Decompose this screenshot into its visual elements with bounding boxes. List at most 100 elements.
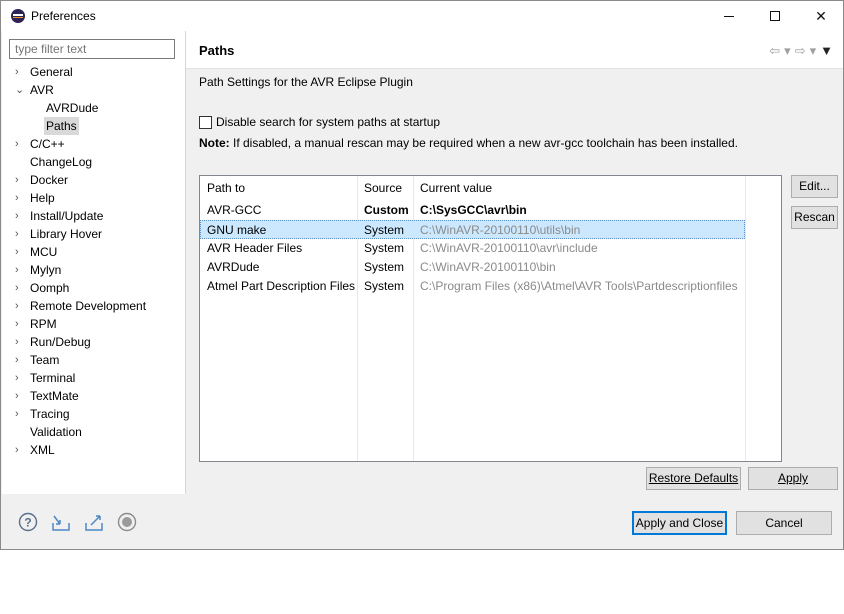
tree-item-label: Oomph: [30, 281, 70, 295]
chevron-right-icon[interactable]: ›: [15, 261, 25, 279]
chevron-right-icon[interactable]: ›: [15, 441, 25, 459]
tree-item-label: Team: [30, 353, 60, 367]
table-cell-source: System: [364, 241, 405, 255]
import-icon[interactable]: [51, 512, 71, 532]
tree-item[interactable]: › Run/Debug: [2, 333, 185, 351]
chevron-right-icon[interactable]: ›: [15, 207, 25, 225]
table-row[interactable]: AVRDude System C:\WinAVR-20100110\bin: [200, 258, 745, 277]
page-header: Paths ⇦ ▾ ⇨ ▾ ▼: [186, 31, 843, 69]
tree-item[interactable]: › Help: [2, 189, 185, 207]
restore-defaults-button[interactable]: Restore Defaults: [646, 467, 741, 490]
forward-icon[interactable]: ⇨: [795, 43, 806, 59]
title-bar: Preferences ✕: [1, 1, 843, 31]
page-nav: ⇦ ▾ ⇨ ▾ ▼: [769, 43, 833, 59]
table-cell-value: C:\WinAVR-20100110\avr\include: [420, 241, 598, 255]
apply-and-close-button[interactable]: Apply and Close: [632, 511, 727, 535]
table-row[interactable]: AVR-GCC Custom C:\SysGCC\avr\bin: [200, 201, 745, 220]
paths-table: Path to Source Current value AVR-GCC Cust…: [199, 175, 782, 462]
table-row[interactable]: AVR Header Files System C:\WinAVR-20100110…: [200, 239, 745, 258]
table-row[interactable]: GNU make System C:\WinAVR-20100110\utils\b…: [200, 220, 745, 239]
restore-defaults-label: Restore Defaults: [648, 471, 739, 485]
chevron-right-icon[interactable]: ›: [15, 171, 25, 189]
tree-item[interactable]: › Oomph: [2, 279, 185, 297]
preference-tree-pane: › General ⌄ AVR AVRDude Paths › C/C++ ChangeLog ›…: [2, 31, 185, 494]
chevron-right-icon[interactable]: ›: [15, 63, 25, 81]
export-icon[interactable]: [84, 512, 104, 532]
chevron-right-icon[interactable]: ›: [15, 297, 25, 315]
chevron-right-icon[interactable]: ›: [15, 225, 25, 243]
tree-item[interactable]: ChangeLog: [2, 153, 185, 171]
chevron-right-icon[interactable]: ›: [15, 189, 25, 207]
chevron-right-icon[interactable]: ›: [15, 315, 25, 333]
record-icon[interactable]: [117, 512, 137, 532]
tree-item[interactable]: › Docker: [2, 171, 185, 189]
table-cell-source: System: [364, 279, 405, 293]
chevron-right-icon[interactable]: ›: [15, 135, 25, 153]
tree-item-label: AVR: [30, 83, 54, 97]
disable-search-checkbox[interactable]: [199, 115, 212, 129]
tree-item-label: General: [30, 65, 73, 79]
chevron-right-icon[interactable]: ›: [15, 369, 25, 387]
chevron-right-icon[interactable]: ›: [15, 243, 25, 261]
tree-item[interactable]: › MCU: [2, 243, 185, 261]
maximize-icon: [770, 11, 780, 21]
forward-menu-icon[interactable]: ▾: [810, 43, 817, 59]
rescan-button[interactable]: Rescan: [791, 206, 838, 229]
paths-page: Path Settings for the AVR Eclipse Plugin…: [186, 69, 843, 494]
tree-item[interactable]: › RPM: [2, 315, 185, 333]
back-menu-icon[interactable]: ▾: [784, 43, 791, 59]
table-cell-value: C:\SysGCC\avr\bin: [420, 203, 527, 217]
column-header-path[interactable]: Path to: [200, 176, 357, 201]
tree-item[interactable]: Paths: [2, 117, 185, 135]
tree-item[interactable]: AVRDude: [2, 99, 185, 117]
chevron-right-icon[interactable]: ›: [15, 405, 25, 423]
chevron-down-icon[interactable]: ⌄: [15, 81, 25, 99]
tree-item[interactable]: › C/C++: [2, 135, 185, 153]
back-icon[interactable]: ⇦: [769, 43, 780, 59]
table-cell-path: AVR-GCC: [207, 203, 262, 217]
table-cell-value: C:\WinAVR-20100110\bin: [420, 260, 556, 274]
table-cell-source: Custom: [364, 203, 409, 217]
tree-item[interactable]: › Install/Update: [2, 207, 185, 225]
chevron-right-icon[interactable]: ›: [15, 333, 25, 351]
minimize-button[interactable]: [706, 1, 752, 31]
tree-item[interactable]: › Remote Development: [2, 297, 185, 315]
help-icon[interactable]: ?: [18, 512, 38, 532]
tree-item[interactable]: › TextMate: [2, 387, 185, 405]
tree-item[interactable]: › General: [2, 63, 185, 81]
tree-item-label: RPM: [30, 317, 57, 331]
column-header-value[interactable]: Current value: [413, 176, 743, 201]
note: Note: If disabled, a manual rescan may b…: [199, 136, 738, 150]
filter-input[interactable]: [9, 39, 175, 59]
chevron-right-icon[interactable]: ›: [15, 387, 25, 405]
tree-item-label: Paths: [44, 117, 79, 135]
tree-item-label: XML: [30, 443, 55, 457]
preference-tree: › General ⌄ AVR AVRDude Paths › C/C++ ChangeLog ›…: [2, 63, 185, 459]
close-button[interactable]: ✕: [798, 1, 844, 31]
tree-item-label: Validation: [30, 425, 82, 439]
table-cell-source: System: [364, 223, 405, 237]
tree-item[interactable]: › Mylyn: [2, 261, 185, 279]
maximize-button[interactable]: [752, 1, 798, 31]
apply-button[interactable]: Apply: [748, 467, 838, 490]
chevron-right-icon[interactable]: ›: [15, 279, 25, 297]
tree-item-label: Mylyn: [30, 263, 62, 277]
edit-button[interactable]: Edit...: [791, 175, 838, 198]
cancel-button[interactable]: Cancel: [736, 511, 832, 535]
tree-item[interactable]: Validation: [2, 423, 185, 441]
view-menu-icon[interactable]: ▼: [820, 43, 833, 59]
tree-item[interactable]: › Tracing: [2, 405, 185, 423]
tree-item[interactable]: › Team: [2, 351, 185, 369]
column-header-source[interactable]: Source: [357, 176, 413, 201]
tree-item[interactable]: ⌄ AVR: [2, 81, 185, 99]
tree-item[interactable]: › Library Hover: [2, 225, 185, 243]
table-row[interactable]: Atmel Part Description Files System C:\Pro…: [200, 277, 745, 296]
tree-item[interactable]: › XML: [2, 441, 185, 459]
tree-item-label: Docker: [30, 173, 69, 187]
table-cell-path: AVRDude: [207, 260, 260, 274]
table-cell-source: System: [364, 260, 405, 274]
disable-search-option[interactable]: Disable search for system paths at start…: [199, 115, 440, 129]
chevron-right-icon[interactable]: ›: [15, 351, 25, 369]
close-icon: ✕: [815, 7, 827, 24]
tree-item[interactable]: › Terminal: [2, 369, 185, 387]
